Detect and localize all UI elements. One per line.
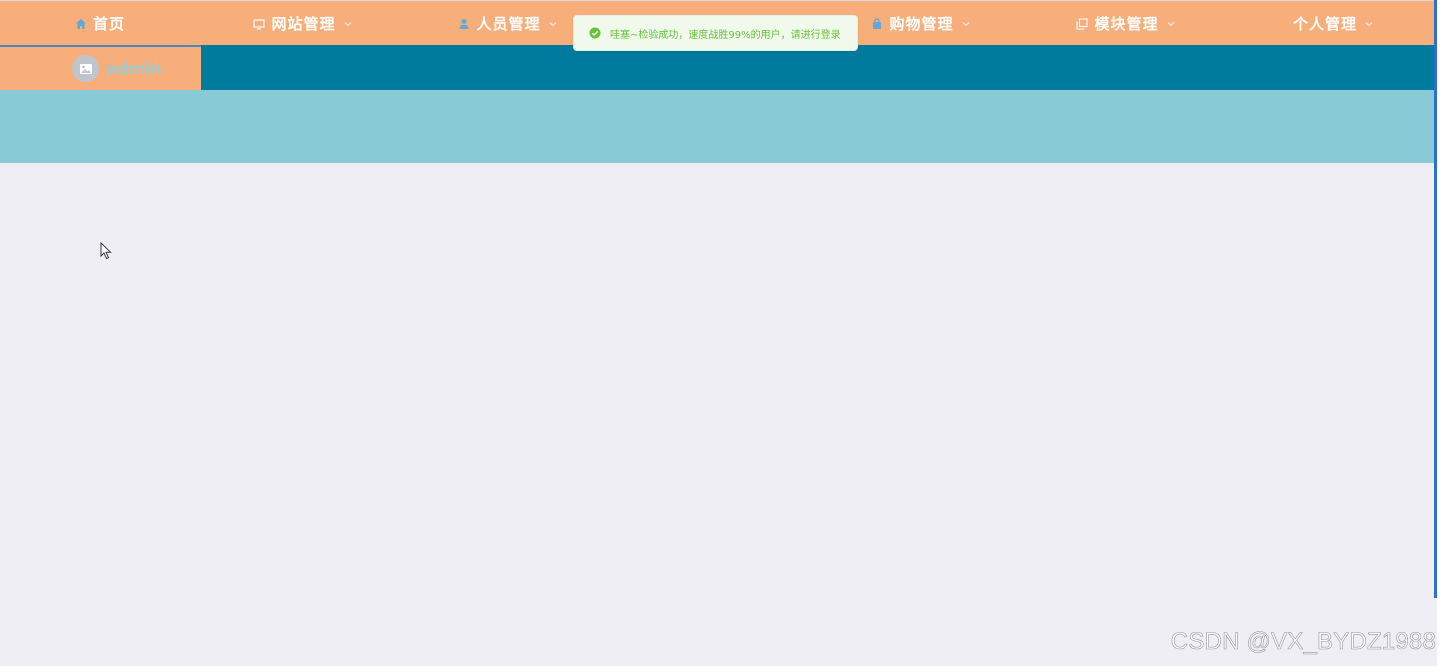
nav-item-label: 首页 xyxy=(92,15,125,33)
nav-item-shopping-management[interactable]: 购物管理 xyxy=(858,1,983,46)
nav-item-label: 购物管理 xyxy=(889,15,954,33)
chevron-down-icon xyxy=(549,20,557,28)
username: admin xyxy=(106,59,162,78)
watermark: CSDN @VX_BYDZ1988 xyxy=(1170,628,1436,656)
success-toast: 哇塞~检验成功，速度战胜99%的用户，请进行登录 xyxy=(573,15,858,51)
nav-item-personal-management[interactable]: 个人管理 xyxy=(1278,1,1388,46)
image-placeholder-icon xyxy=(79,63,92,74)
monitor-icon xyxy=(253,18,266,30)
user-icon xyxy=(458,18,470,30)
shopping-bag-icon xyxy=(871,17,883,30)
banner-strip xyxy=(0,90,1434,163)
chevron-down-icon xyxy=(1167,20,1175,28)
nav-item-personnel-management[interactable]: 人员管理 xyxy=(445,1,570,46)
home-icon xyxy=(75,18,87,30)
nav-item-website-management[interactable]: 网站管理 xyxy=(240,1,365,46)
copy-icon xyxy=(1076,17,1089,30)
avatar[interactable] xyxy=(72,55,99,82)
toast-message: 哇塞~检验成功，速度战胜99%的用户，请进行登录 xyxy=(610,29,841,41)
user-info[interactable]: admin xyxy=(0,45,201,90)
nav-item-module-management[interactable]: 模块管理 xyxy=(1063,1,1188,46)
app-window: 首页 网站管理 人员管理 购物管理 模块管理 个人管理 admin 哇塞~检验成… xyxy=(0,0,1440,666)
chevron-down-icon xyxy=(1365,20,1373,28)
nav-item-label: 人员管理 xyxy=(476,15,541,33)
mouse-cursor-icon xyxy=(100,242,112,260)
user-bar: admin xyxy=(0,45,1434,90)
success-check-icon xyxy=(589,27,601,39)
nav-item-label: 个人管理 xyxy=(1292,15,1357,33)
chevron-down-icon xyxy=(344,20,352,28)
nav-item-label: 网站管理 xyxy=(271,15,336,33)
chevron-down-icon xyxy=(962,20,970,28)
main-content xyxy=(0,163,1434,666)
nav-item-home[interactable]: 首页 xyxy=(60,1,140,46)
nav-item-label: 模块管理 xyxy=(1094,15,1159,33)
